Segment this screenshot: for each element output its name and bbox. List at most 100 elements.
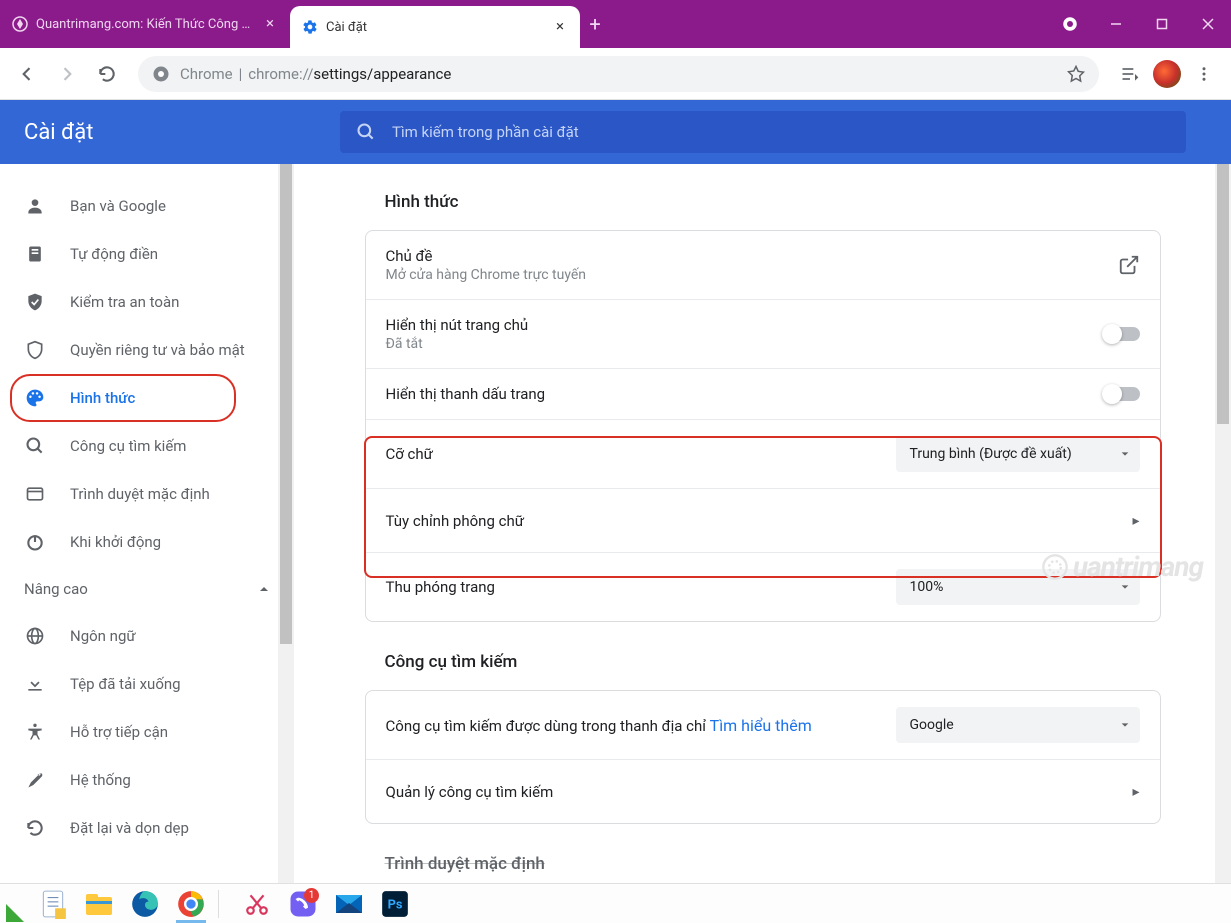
browser-tab-2-active[interactable]: Cài đặt ×: [290, 6, 580, 48]
download-icon: [24, 673, 46, 695]
task-notepad-icon[interactable]: [34, 885, 72, 923]
font-size-label: Cỡ chữ: [386, 445, 880, 463]
home-button-label: Hiển thị nút trang chủ: [386, 316, 1088, 334]
task-mail-icon[interactable]: [330, 885, 368, 923]
power-icon: [24, 531, 46, 553]
settings-header: Cài đặt: [0, 100, 1231, 164]
task-chrome-icon[interactable]: [172, 885, 210, 923]
svg-text:Ps: Ps: [388, 897, 403, 912]
sidebar-scrollbar[interactable]: [278, 164, 294, 883]
sidebar-item-autofill[interactable]: Tự động điền: [0, 230, 294, 278]
appearance-card: Chủ đề Mở cửa hàng Chrome trực tuyến Hiể…: [365, 230, 1161, 622]
row-manage-search[interactable]: Quản lý công cụ tìm kiếm ▸: [366, 759, 1160, 823]
sidebar-item-language[interactable]: Ngôn ngữ: [0, 612, 294, 660]
learn-more-link[interactable]: Tìm hiểu thêm: [710, 716, 812, 735]
sidebar-item-label: Khi khởi động: [70, 533, 161, 551]
back-button[interactable]: [10, 57, 44, 91]
section-appearance-title: Hình thức: [365, 192, 1161, 212]
quantrimang-icon: [12, 16, 28, 32]
home-button-sub: Đã tắt: [386, 336, 1088, 352]
row-bookmarks-bar: Hiển thị thanh dấu trang: [366, 368, 1160, 419]
wrench-icon: [24, 769, 46, 791]
maximize-button[interactable]: [1139, 0, 1185, 48]
new-tab-button[interactable]: +: [580, 0, 610, 48]
extension-indicator-icon[interactable]: [1047, 0, 1093, 48]
theme-sub: Mở cửa hàng Chrome trực tuyến: [386, 267, 1102, 283]
address-bar[interactable]: Chrome | chrome://settings/appearance: [138, 56, 1099, 92]
task-corner-icon[interactable]: [6, 885, 26, 923]
sidebar-item-startup[interactable]: Khi khởi động: [0, 518, 294, 566]
url-separator: |: [239, 65, 243, 83]
window-controls: [1093, 0, 1231, 48]
task-viber-icon[interactable]: 1: [284, 885, 322, 923]
gear-icon: [302, 19, 318, 35]
sidebar-advanced-toggle[interactable]: Nâng cao: [0, 566, 294, 612]
row-custom-fonts[interactable]: Tùy chỉnh phông chữ ▸: [366, 488, 1160, 552]
sidebar-item-search-engine[interactable]: Công cụ tìm kiếm: [0, 422, 294, 470]
browser-tab-1[interactable]: Quantrimang.com: Kiến Thức Công Nghệ ×: [0, 0, 290, 48]
accessibility-icon: [24, 721, 46, 743]
reload-button[interactable]: [90, 57, 124, 91]
page-zoom-label: Thu phóng trang: [386, 578, 880, 596]
default-browser-icon: [24, 483, 46, 505]
sidebar-item-appearance[interactable]: Hình thức: [0, 374, 294, 422]
autofill-icon: [24, 243, 46, 265]
security-icon: [24, 339, 46, 361]
sidebar-item-downloads[interactable]: Tệp đã tải xuống: [0, 660, 294, 708]
menu-button[interactable]: [1187, 57, 1221, 91]
chevron-right-icon: ▸: [1132, 513, 1139, 529]
search-icon: [24, 435, 46, 457]
settings-body: Bạn và Google Tự động điền Kiểm tra an t…: [0, 164, 1231, 883]
section-default-browser-truncated: Trình duyệt mặc định: [365, 854, 1161, 874]
main-scrollbar[interactable]: [1215, 164, 1231, 883]
forward-button[interactable]: [50, 57, 84, 91]
tab-1-title: Quantrimang.com: Kiến Thức Công Nghệ: [36, 17, 254, 32]
chrome-favicon: [152, 65, 170, 83]
profile-avatar[interactable]: [1153, 60, 1181, 88]
section-search-engine-title: Công cụ tìm kiếm: [365, 652, 1161, 672]
task-explorer-icon[interactable]: [80, 885, 118, 923]
row-theme[interactable]: Chủ đề Mở cửa hàng Chrome trực tuyến: [366, 231, 1160, 299]
search-engine-dropdown[interactable]: Google: [896, 707, 1140, 743]
sidebar-item-label: Hỗ trợ tiếp cận: [70, 723, 168, 741]
reading-list-icon[interactable]: [1113, 57, 1147, 91]
sidebar-item-system[interactable]: Hệ thống: [0, 756, 294, 804]
sidebar-item-reset[interactable]: Đặt lại và dọn dẹp: [0, 804, 294, 852]
windows-taskbar: 1 Ps: [0, 883, 1231, 923]
shield-check-icon: [24, 291, 46, 313]
task-edge-icon[interactable]: [126, 885, 164, 923]
reset-icon: [24, 817, 46, 839]
tab-2-close-icon[interactable]: ×: [552, 19, 568, 35]
bookmarks-bar-toggle[interactable]: [1104, 387, 1140, 401]
sidebar-item-privacy[interactable]: Quyền riêng tư và bảo mật: [0, 326, 294, 374]
chevron-down-icon: [1120, 720, 1130, 730]
settings-search-box[interactable]: [340, 111, 1186, 153]
close-button[interactable]: [1185, 0, 1231, 48]
bookmark-star-icon[interactable]: [1067, 65, 1085, 83]
person-icon: [24, 195, 46, 217]
sidebar-item-label: Đặt lại và dọn dẹp: [70, 819, 189, 837]
sidebar-item-label: Hình thức: [70, 389, 135, 407]
sidebar-item-accessibility[interactable]: Hỗ trợ tiếp cận: [0, 708, 294, 756]
minimize-button[interactable]: [1093, 0, 1139, 48]
chevron-down-icon: [1120, 449, 1130, 459]
font-size-dropdown[interactable]: Trung bình (Được đề xuất): [896, 436, 1140, 472]
manage-search-label: Quản lý công cụ tìm kiếm: [386, 783, 1117, 801]
external-link-icon[interactable]: [1118, 254, 1140, 276]
sidebar-item-label: Hệ thống: [70, 771, 131, 789]
theme-label: Chủ đề: [386, 247, 1102, 265]
task-snip-icon[interactable]: [238, 885, 276, 923]
custom-fonts-label: Tùy chỉnh phông chữ: [386, 512, 1117, 530]
task-photoshop-icon[interactable]: Ps: [376, 885, 414, 923]
palette-icon: [24, 387, 46, 409]
settings-main: Hình thức Chủ đề Mở cửa hàng Chrome trực…: [294, 164, 1231, 883]
sidebar-item-safety[interactable]: Kiểm tra an toàn: [0, 278, 294, 326]
chevron-up-icon: [258, 583, 270, 595]
settings-search-input[interactable]: [392, 123, 1170, 141]
sidebar-item-default-browser[interactable]: Trình duyệt mặc định: [0, 470, 294, 518]
search-engine-label: Công cụ tìm kiếm được dùng trong thanh đ…: [386, 717, 710, 735]
sidebar-item-you-google[interactable]: Bạn và Google: [0, 182, 294, 230]
page-zoom-dropdown[interactable]: 100%: [896, 569, 1140, 605]
home-button-toggle[interactable]: [1104, 327, 1140, 341]
tab-1-close-icon[interactable]: ×: [262, 16, 278, 32]
